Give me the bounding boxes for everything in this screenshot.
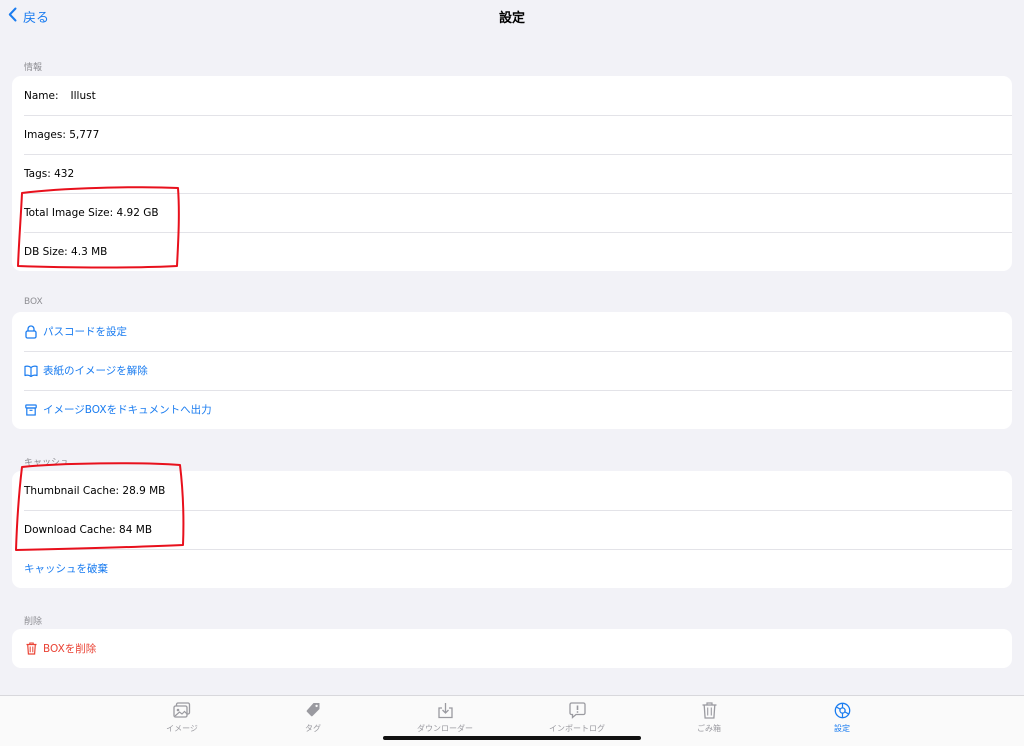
tab-images[interactable]: イメージ bbox=[137, 700, 227, 734]
name-row: Name: Illust bbox=[12, 76, 1012, 115]
tag-icon bbox=[268, 700, 358, 720]
tab-settings-label: 設定 bbox=[834, 724, 850, 733]
export-box-button[interactable]: イメージBOXをドキュメントへ出力 bbox=[12, 390, 1012, 429]
tab-import-log[interactable]: インポートログ bbox=[532, 700, 622, 734]
set-passcode-button[interactable]: パスコードを設定 bbox=[12, 312, 1012, 351]
download-cache-row: Download Cache: 84 MB bbox=[12, 510, 1012, 549]
clear-cache-button[interactable]: キャッシュを破棄 bbox=[12, 549, 1012, 588]
download-cache: Download Cache: 84 MB bbox=[24, 523, 153, 536]
cache-card: Thumbnail Cache: 28.9 MB Download Cache:… bbox=[12, 471, 1012, 588]
tab-images-label: イメージ bbox=[166, 724, 198, 733]
images-count: Images: 5,777 bbox=[24, 128, 100, 141]
trash-icon bbox=[24, 642, 38, 656]
page-title: 設定 bbox=[498, 11, 525, 26]
name-label: Name: bbox=[24, 89, 59, 102]
box-card: パスコードを設定 表紙のイメージを解除 イメージBOXをドキュメントへ出力 bbox=[12, 312, 1012, 429]
name-value: Illust bbox=[70, 89, 96, 102]
tags-count-row: Tags: 432 bbox=[12, 154, 1012, 193]
archive-box-icon bbox=[24, 403, 38, 417]
tab-import-log-label: インポートログ bbox=[549, 724, 605, 733]
tab-tags-label: タグ bbox=[305, 724, 321, 733]
section-header-box: BOX bbox=[24, 297, 43, 307]
alert-bubble-icon bbox=[532, 700, 622, 720]
tab-trash-label: ごみ箱 bbox=[697, 724, 721, 733]
db-size: DB Size: 4.3 MB bbox=[24, 245, 108, 258]
set-passcode-label: パスコードを設定 bbox=[43, 326, 127, 338]
clear-cache-label: キャッシュを破棄 bbox=[24, 563, 108, 575]
total-image-size-row: Total Image Size: 4.92 GB bbox=[12, 193, 1012, 232]
tab-tags[interactable]: タグ bbox=[268, 700, 358, 734]
tab-downloader[interactable]: ダウンローダー bbox=[400, 700, 490, 734]
delete-card: BOXを削除 bbox=[12, 629, 1012, 668]
db-size-row: DB Size: 4.3 MB bbox=[12, 232, 1012, 271]
info-card: Name: Illust Images: 5,777 Tags: 432 Tot… bbox=[12, 76, 1012, 271]
section-header-cache: キャッシュ bbox=[24, 458, 70, 468]
delete-box-label: BOXを削除 bbox=[43, 643, 97, 655]
home-indicator bbox=[383, 736, 641, 740]
navigation-bar: 戻る 設定 bbox=[0, 0, 1024, 32]
remove-cover-image-button[interactable]: 表紙のイメージを解除 bbox=[12, 351, 1012, 390]
total-image-size: Total Image Size: 4.92 GB bbox=[24, 206, 159, 219]
tab-downloader-label: ダウンローダー bbox=[417, 724, 473, 733]
export-box-label: イメージBOXをドキュメントへ出力 bbox=[43, 404, 212, 416]
tab-settings[interactable]: 設定 bbox=[797, 700, 887, 734]
settings-icon bbox=[797, 700, 887, 720]
download-icon bbox=[400, 700, 490, 720]
photo-icon bbox=[137, 700, 227, 720]
thumbnail-cache: Thumbnail Cache: 28.9 MB bbox=[24, 484, 166, 497]
images-count-row: Images: 5,777 bbox=[12, 115, 1012, 154]
tab-trash[interactable]: ごみ箱 bbox=[664, 700, 754, 734]
section-header-info: 情報 bbox=[24, 63, 43, 73]
book-icon bbox=[24, 364, 38, 378]
remove-cover-image-label: 表紙のイメージを解除 bbox=[43, 365, 148, 377]
thumbnail-cache-row: Thumbnail Cache: 28.9 MB bbox=[12, 471, 1012, 510]
settings-screen: 戻る 設定 情報 Name: Illust Images: 5,777 Tags… bbox=[0, 0, 1024, 746]
delete-box-button[interactable]: BOXを削除 bbox=[12, 629, 1012, 668]
section-header-delete: 削除 bbox=[24, 617, 43, 627]
trash-icon bbox=[664, 700, 754, 720]
lock-icon bbox=[24, 324, 38, 339]
tags-count: Tags: 432 bbox=[24, 167, 75, 180]
